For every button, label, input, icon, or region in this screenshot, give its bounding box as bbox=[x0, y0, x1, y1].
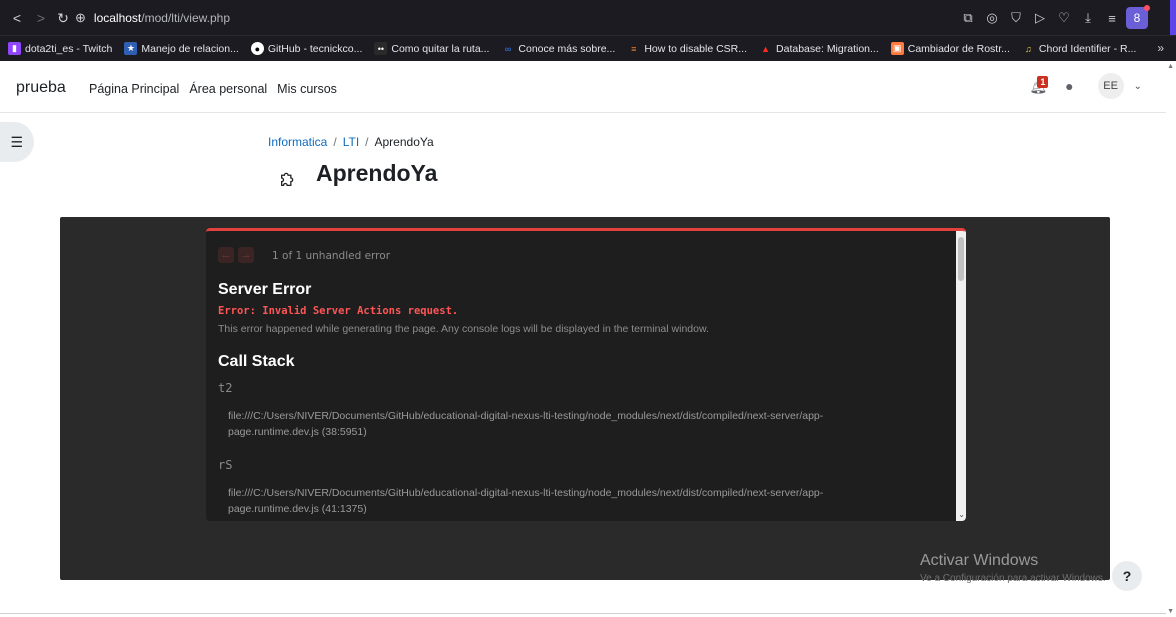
menu-icon[interactable]: ≡ bbox=[1102, 8, 1122, 28]
twitch-icon: ▮ bbox=[8, 42, 21, 55]
back-icon[interactable]: < bbox=[6, 7, 28, 29]
github-icon: ● bbox=[250, 42, 264, 55]
breadcrumb-separator: / bbox=[365, 135, 369, 149]
bookmark-item[interactable]: ▮ dota2ti_es - Twitch bbox=[8, 42, 112, 55]
dots-icon: •• bbox=[374, 42, 388, 55]
bookmark-item[interactable]: ● GitHub - tecnickco... bbox=[250, 42, 362, 55]
help-button[interactable]: ? bbox=[1112, 561, 1142, 591]
stack-frame-path[interactable]: file:///C:/Users/NIVER/Documents/GitHub/… bbox=[228, 408, 908, 440]
stack-frame-path[interactable]: file:///C:/Users/NIVER/Documents/GitHub/… bbox=[228, 485, 908, 517]
breadcrumb-section[interactable]: LTI bbox=[343, 135, 359, 149]
star-icon: ★ bbox=[124, 42, 138, 55]
call-stack-title: Call Stack bbox=[218, 353, 295, 370]
nav-my-courses[interactable]: Mis cursos bbox=[277, 82, 337, 96]
error-description: This error happened while generating the… bbox=[218, 323, 709, 335]
puzzle-icon bbox=[281, 172, 294, 186]
arrow-right-icon[interactable]: → bbox=[238, 247, 254, 263]
primary-navigation: Página Principal Área personal Mis curso… bbox=[89, 82, 337, 96]
stack-frame-name: t2 bbox=[218, 381, 233, 395]
avatar[interactable]: EE bbox=[1097, 73, 1124, 99]
globe-icon: ⊕ bbox=[75, 9, 86, 25]
notifications-button[interactable]: 🔔︎ 1 bbox=[1029, 75, 1049, 95]
windows-activation-title: Activar Windows bbox=[920, 552, 1039, 569]
error-overlay: ← → 1 of 1 unhandled error Server Error … bbox=[206, 228, 966, 521]
face-swap-icon: ▣ bbox=[890, 42, 904, 55]
bookmarks-overflow-icon[interactable]: » bbox=[1157, 41, 1164, 55]
chevron-down-icon[interactable]: ⌄ bbox=[958, 510, 965, 519]
chevron-up-icon[interactable]: ▲ bbox=[1167, 63, 1174, 70]
url-host: localhost bbox=[93, 10, 142, 25]
list-icon: ☰ bbox=[10, 133, 23, 150]
profile-button[interactable]: 8 bbox=[1126, 5, 1150, 29]
breadcrumb-course[interactable]: Informatica bbox=[268, 135, 327, 149]
error-scrollbar[interactable]: ⌄ bbox=[956, 231, 966, 521]
breadcrumb: Informatica / LTI / AprendoYa bbox=[268, 135, 434, 149]
page-scrollbar[interactable]: ▲ ▼ bbox=[1166, 61, 1176, 617]
bookmark-item[interactable]: ▣ Cambiador de Rostr... bbox=[890, 42, 1010, 55]
moodle-page: prueba Página Principal Área personal Mi… bbox=[0, 61, 1176, 617]
lti-iframe: ← → 1 of 1 unhandled error Server Error … bbox=[60, 217, 1110, 580]
toolbar-icons: ⧉ ◎ ⛉ ▷ ♡ ⤓ ≡ 8 bbox=[958, 5, 1150, 29]
stack-frame-name: rS bbox=[218, 458, 233, 472]
divider bbox=[0, 613, 1166, 614]
error-count: 1 of 1 unhandled error bbox=[272, 250, 391, 262]
url-path: /mod/lti/view.php bbox=[141, 10, 230, 25]
breadcrumb-current: AprendoYa bbox=[374, 135, 434, 149]
notification-badge: 1 bbox=[1037, 75, 1049, 88]
reload-icon[interactable]: ↻ bbox=[52, 7, 74, 29]
bookmark-item[interactable]: ∞ Conoce más sobre... bbox=[501, 42, 616, 55]
bookmark-item[interactable]: •• Como quitar la ruta... bbox=[374, 42, 489, 55]
laravel-icon: ▲ bbox=[761, 43, 770, 54]
bookmarks-bar: ▮ dota2ti_es - Twitch ★ Manejo de relacion… bbox=[0, 35, 1176, 61]
error-message: Error: Invalid Server Actions request. bbox=[218, 305, 459, 317]
bookmark-item[interactable]: ★ Manejo de relacion... bbox=[124, 42, 239, 55]
share-icon[interactable]: ⧉ bbox=[958, 8, 978, 28]
bookmark-item[interactable]: ≡ How to disable CSR... bbox=[627, 42, 747, 55]
arrow-left-icon[interactable]: ← bbox=[218, 247, 234, 263]
browser-toolbar: < > ↻ ⊕ localhost/mod/lti/view.php ⧉ ◎ ⛉… bbox=[0, 0, 1176, 35]
bookmark-item[interactable]: ▲ Database: Migration... bbox=[759, 42, 879, 55]
music-note-icon: ♫ bbox=[1025, 43, 1032, 54]
top-navbar: prueba Página Principal Área personal Mi… bbox=[0, 61, 1166, 113]
forward-icon[interactable]: > bbox=[30, 7, 52, 29]
site-name[interactable]: prueba bbox=[16, 79, 66, 97]
download-icon[interactable]: ⤓ bbox=[1078, 8, 1098, 28]
error-pagination: ← → bbox=[218, 247, 254, 263]
bookmark-item[interactable]: ♫ Chord Identifier - R... bbox=[1022, 42, 1136, 55]
heart-icon[interactable]: ♡ bbox=[1054, 8, 1074, 28]
shield-icon[interactable]: ⛉ bbox=[1006, 8, 1026, 28]
messages-icon[interactable]: ● bbox=[1065, 78, 1073, 94]
course-index-toggle[interactable]: ☰ bbox=[0, 122, 34, 162]
error-title: Server Error bbox=[218, 281, 312, 298]
play-icon[interactable]: ▷ bbox=[1030, 8, 1050, 28]
nav-home[interactable]: Página Principal bbox=[89, 82, 179, 96]
breadcrumb-separator: / bbox=[333, 135, 337, 149]
stackoverflow-icon: ≡ bbox=[631, 43, 637, 54]
address-bar[interactable]: ⊕ localhost/mod/lti/view.php bbox=[75, 6, 955, 29]
screenshot-icon[interactable]: ◎ bbox=[982, 8, 1002, 28]
chevron-down-icon[interactable]: ▼ bbox=[1167, 608, 1174, 615]
page-title: AprendoYa bbox=[316, 160, 438, 186]
windows-activation-subtitle: Ve a Configuración para activar Windows. bbox=[920, 573, 1106, 584]
user-menu-area: 🔔︎ 1 ● EE ⌄ bbox=[1029, 73, 1142, 99]
sidebar-edge bbox=[1170, 0, 1176, 35]
chevron-down-icon[interactable]: ⌄ bbox=[1134, 81, 1142, 92]
infinity-icon: ∞ bbox=[504, 43, 512, 54]
scroll-thumb[interactable] bbox=[958, 237, 964, 281]
nav-dashboard[interactable]: Área personal bbox=[189, 82, 267, 96]
